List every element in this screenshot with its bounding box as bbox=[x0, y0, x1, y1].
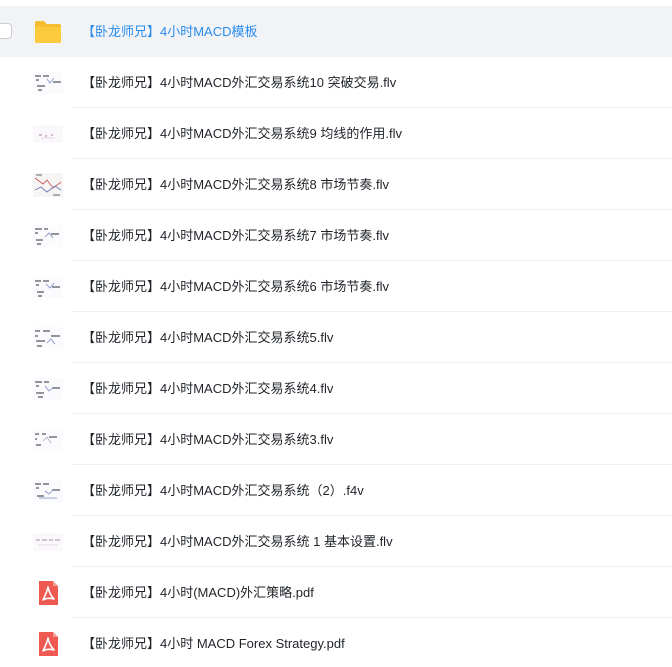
video-thumbnail-icon bbox=[33, 119, 63, 149]
file-name[interactable]: 【卧龙师兄】4小时 MACD Forex Strategy.pdf bbox=[82, 618, 345, 667]
file-name[interactable]: 【卧龙师兄】4小时MACD外汇交易系统8 市场节奏.flv bbox=[82, 159, 389, 210]
video-thumbnail-icon bbox=[33, 323, 63, 353]
video-thumbnail-icon bbox=[33, 527, 63, 557]
file-row-video[interactable]: 【卧龙师兄】4小时MACD外汇交易系统3.flv bbox=[0, 414, 672, 465]
file-row-video[interactable]: 【卧龙师兄】4小时MACD外汇交易系统8 市场节奏.flv bbox=[0, 159, 672, 210]
file-row-folder[interactable]: 【卧龙师兄】4小时MACD模板 bbox=[0, 6, 672, 57]
file-row-video[interactable]: 【卧龙师兄】4小时MACD外汇交易系统 1 基本设置.flv bbox=[0, 516, 672, 567]
pdf-icon bbox=[32, 629, 64, 659]
file-name[interactable]: 【卧龙师兄】4小时MACD外汇交易系统5.flv bbox=[82, 312, 333, 363]
file-name[interactable]: 【卧龙师兄】4小时MACD外汇交易系统6 市场节奏.flv bbox=[82, 261, 389, 312]
video-thumbnail-icon bbox=[33, 476, 63, 506]
folder-icon bbox=[32, 17, 64, 47]
file-row-video[interactable]: 【卧龙师兄】4小时MACD外汇交易系统10 突破交易.flv bbox=[0, 57, 672, 108]
file-row-pdf[interactable]: 【卧龙师兄】4小时(MACD)外汇策略.pdf bbox=[0, 567, 672, 618]
file-row-pdf[interactable]: 【卧龙师兄】4小时 MACD Forex Strategy.pdf bbox=[0, 618, 672, 667]
file-row-video[interactable]: 【卧龙师兄】4小时MACD外汇交易系统5.flv bbox=[0, 312, 672, 363]
file-row-video[interactable]: 【卧龙师兄】4小时MACD外汇交易系统6 市场节奏.flv bbox=[0, 261, 672, 312]
file-row-video[interactable]: 【卧龙师兄】4小时MACD外汇交易系统（2）.f4v bbox=[0, 465, 672, 516]
file-row-video[interactable]: 【卧龙师兄】4小时MACD外汇交易系统9 均线的作用.flv bbox=[0, 108, 672, 159]
file-row-video[interactable]: 【卧龙师兄】4小时MACD外汇交易系统7 市场节奏.flv bbox=[0, 210, 672, 261]
file-name[interactable]: 【卧龙师兄】4小时MACD外汇交易系统10 突破交易.flv bbox=[82, 57, 396, 108]
video-thumbnail-icon bbox=[33, 425, 63, 455]
file-name[interactable]: 【卧龙师兄】4小时(MACD)外汇策略.pdf bbox=[82, 567, 314, 618]
video-thumbnail-icon bbox=[33, 374, 63, 404]
file-row-video[interactable]: 【卧龙师兄】4小时MACD外汇交易系统4.flv bbox=[0, 363, 672, 414]
pdf-icon bbox=[32, 578, 64, 608]
file-name[interactable]: 【卧龙师兄】4小时MACD外汇交易系统4.flv bbox=[82, 363, 333, 414]
file-name[interactable]: 【卧龙师兄】4小时MACD外汇交易系统 1 基本设置.flv bbox=[82, 516, 393, 567]
video-thumbnail-icon bbox=[33, 170, 63, 200]
file-name[interactable]: 【卧龙师兄】4小时MACD外汇交易系统9 均线的作用.flv bbox=[82, 108, 402, 159]
file-name[interactable]: 【卧龙师兄】4小时MACD外汇交易系统7 市场节奏.flv bbox=[82, 210, 389, 261]
file-list: 【卧龙师兄】4小时MACD模板 【卧龙师兄】4小时MACD外汇交易系统10 突破… bbox=[0, 0, 672, 667]
file-name[interactable]: 【卧龙师兄】4小时MACD模板 bbox=[82, 6, 258, 57]
row-checkbox[interactable] bbox=[0, 23, 12, 39]
video-thumbnail-icon bbox=[33, 221, 63, 251]
video-thumbnail-icon bbox=[33, 68, 63, 98]
file-name[interactable]: 【卧龙师兄】4小时MACD外汇交易系统（2）.f4v bbox=[82, 465, 364, 516]
file-name[interactable]: 【卧龙师兄】4小时MACD外汇交易系统3.flv bbox=[82, 414, 333, 465]
video-thumbnail-icon bbox=[33, 272, 63, 302]
